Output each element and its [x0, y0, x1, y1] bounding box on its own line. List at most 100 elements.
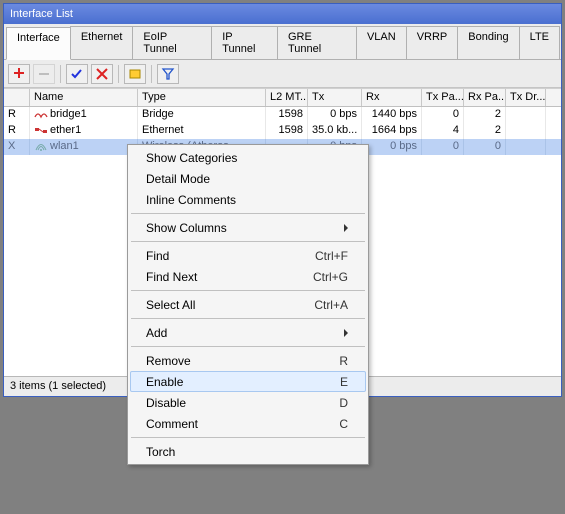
grid-header[interactable]: NameTypeL2 MT...TxRxTx Pa...Rx Pa...Tx D…: [4, 89, 561, 107]
cell: 4: [422, 123, 464, 139]
cell: R: [4, 123, 30, 139]
window-titlebar[interactable]: Interface List: [4, 4, 561, 24]
cell: bridge1: [30, 107, 138, 123]
menu-item-accelerator: Ctrl+F: [315, 249, 348, 263]
cell: 1440 bps: [362, 107, 422, 123]
menu-item-label: Find Next: [146, 270, 297, 284]
cell: R: [4, 107, 30, 123]
menu-item-add[interactable]: Add: [130, 322, 366, 343]
menu-item-accelerator: D: [339, 396, 348, 410]
cell: 35.0 kb...: [308, 123, 362, 139]
context-menu[interactable]: Show Categories Detail Mode Inline Comment…: [127, 144, 369, 465]
menu-item-inline-comments[interactable]: Inline Comments: [130, 189, 366, 210]
tab-eoip-tunnel[interactable]: EoIP Tunnel: [132, 26, 212, 59]
menu-separator: [131, 290, 365, 291]
menu-item-label: Inline Comments: [146, 193, 348, 207]
column-header[interactable]: Tx Pa...: [422, 89, 464, 106]
enable-button[interactable]: [66, 64, 88, 84]
menu-item-torch[interactable]: Torch: [130, 441, 366, 462]
menu-item-find[interactable]: Find Ctrl+F: [130, 245, 366, 266]
column-header[interactable]: Name: [30, 89, 138, 106]
menu-separator: [131, 241, 365, 242]
tab-ethernet[interactable]: Ethernet: [70, 26, 134, 59]
add-button[interactable]: [8, 64, 30, 84]
menu-item-label: Find: [146, 249, 299, 263]
column-header[interactable]: [4, 89, 30, 106]
menu-item-label: Detail Mode: [146, 172, 348, 186]
tabs: InterfaceEthernetEoIP TunnelIP TunnelGRE…: [4, 24, 561, 60]
menu-item-show-categories[interactable]: Show Categories: [130, 147, 366, 168]
column-header[interactable]: Type: [138, 89, 266, 106]
tab-bonding[interactable]: Bonding: [457, 26, 519, 59]
tab-vrrp[interactable]: VRRP: [406, 26, 459, 59]
cell: 0: [422, 139, 464, 155]
menu-separator: [131, 318, 365, 319]
bridge-icon: [34, 109, 48, 120]
menu-separator: [131, 346, 365, 347]
menu-item-detail-mode[interactable]: Detail Mode: [130, 168, 366, 189]
wireless-icon: [34, 141, 48, 152]
status-text: 3 items (1 selected): [10, 380, 106, 392]
tab-interface[interactable]: Interface: [6, 27, 71, 60]
menu-item-find-next[interactable]: Find Next Ctrl+G: [130, 266, 366, 287]
cell: 0 bps: [362, 139, 422, 155]
submenu-arrow-icon: [344, 224, 348, 232]
table-row[interactable]: Rether1Ethernet159835.0 kb...1664 bps42: [4, 123, 561, 139]
menu-item-label: Enable: [146, 375, 324, 389]
remove-button[interactable]: [33, 64, 55, 84]
menu-item-accelerator: E: [340, 375, 348, 389]
menu-item-comment[interactable]: Comment C: [130, 413, 366, 434]
ethernet-icon: [34, 125, 48, 136]
table-row[interactable]: Rbridge1Bridge15980 bps1440 bps02: [4, 107, 561, 123]
tab-gre-tunnel[interactable]: GRE Tunnel: [277, 26, 357, 59]
menu-item-accelerator: Ctrl+A: [314, 298, 348, 312]
cell: 1598: [266, 107, 308, 123]
column-header[interactable]: Rx: [362, 89, 422, 106]
toolbar: [4, 60, 561, 88]
column-header[interactable]: Tx: [308, 89, 362, 106]
menu-item-label: Select All: [146, 298, 298, 312]
cell: X: [4, 139, 30, 155]
menu-item-accelerator: R: [339, 354, 348, 368]
cell: 1664 bps: [362, 123, 422, 139]
menu-item-label: Disable: [146, 396, 323, 410]
filter-button[interactable]: [157, 64, 179, 84]
menu-item-label: Remove: [146, 354, 323, 368]
column-header[interactable]: L2 MT...: [266, 89, 308, 106]
menu-item-show-columns[interactable]: Show Columns: [130, 217, 366, 238]
toolbar-separator: [60, 65, 61, 83]
tab-vlan[interactable]: VLAN: [356, 26, 407, 59]
tab-ip-tunnel[interactable]: IP Tunnel: [211, 26, 278, 59]
cell: Bridge: [138, 107, 266, 123]
column-header[interactable]: Tx Dr...: [506, 89, 546, 106]
cell: 0: [464, 139, 506, 155]
menu-item-select-all[interactable]: Select All Ctrl+A: [130, 294, 366, 315]
cell: [506, 139, 546, 155]
tab-lte[interactable]: LTE: [519, 26, 560, 59]
column-header[interactable]: Rx Pa...: [464, 89, 506, 106]
toolbar-separator: [118, 65, 119, 83]
menu-item-remove[interactable]: Remove R: [130, 350, 366, 371]
cell: [506, 107, 546, 123]
cell: 0: [422, 107, 464, 123]
menu-item-accelerator: Ctrl+G: [313, 270, 348, 284]
cell: 0 bps: [308, 107, 362, 123]
cell: wlan1: [30, 139, 138, 155]
menu-item-label: Show Columns: [146, 221, 344, 235]
menu-item-disable[interactable]: Disable D: [130, 392, 366, 413]
cell: 2: [464, 123, 506, 139]
menu-item-label: Comment: [146, 417, 323, 431]
toolbar-separator: [151, 65, 152, 83]
cell: Ethernet: [138, 123, 266, 139]
menu-separator: [131, 213, 365, 214]
menu-separator: [131, 437, 365, 438]
menu-item-label: Torch: [146, 445, 348, 459]
menu-item-enable[interactable]: Enable E: [130, 371, 366, 392]
cell: 1598: [266, 123, 308, 139]
cell: 2: [464, 107, 506, 123]
submenu-arrow-icon: [344, 329, 348, 337]
menu-item-label: Show Categories: [146, 151, 348, 165]
disable-button[interactable]: [91, 64, 113, 84]
comment-button[interactable]: [124, 64, 146, 84]
menu-item-accelerator: C: [339, 417, 348, 431]
